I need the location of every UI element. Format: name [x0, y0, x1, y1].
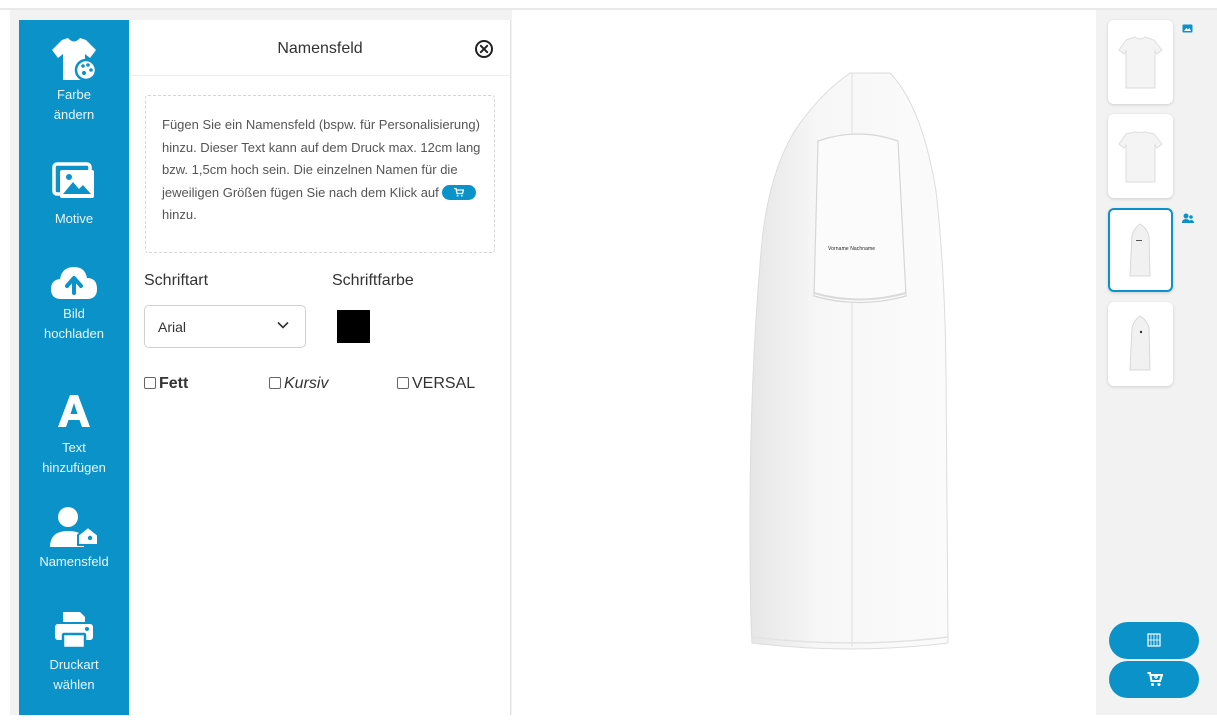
cart-button[interactable] [1109, 661, 1199, 698]
sidebar-item-change-color[interactable]: Farbe ändern [19, 36, 129, 126]
tshirt-side-icon [1129, 315, 1151, 371]
images-icon [52, 162, 94, 198]
sidebar-label-line1: Druckart [49, 657, 99, 672]
info-text: Fügen Sie ein Namensfeld (bspw. für Pers… [162, 117, 481, 200]
sidebar-label-line2: wählen [53, 677, 95, 692]
cart-inline-button [442, 184, 477, 200]
font-select[interactable]: Arial [144, 305, 306, 348]
font-color-label: Schriftfarbe [332, 272, 414, 289]
user-badge-icon [1182, 213, 1194, 223]
close-icon[interactable] [474, 39, 494, 59]
name-field-text[interactable]: Vorname Nachname [828, 246, 875, 252]
tshirt-side-icon [1129, 223, 1151, 277]
thumbnail-right-side[interactable] [1108, 302, 1173, 386]
sidebar-label-line1: Motive [54, 211, 94, 226]
tool-sidebar: Farbe ändern Motive Bild hochladen Text … [19, 20, 129, 715]
font-select-value: Arial [158, 319, 187, 335]
grid-icon [1147, 633, 1161, 647]
sidebar-label-line2: ändern [53, 107, 95, 122]
sidebar-label-line1: Bild [63, 306, 85, 321]
uppercase-label: VERSAL [412, 375, 476, 392]
printer-icon [55, 612, 93, 650]
bold-checkbox[interactable]: Fett [144, 375, 188, 393]
sidebar-label-line2: hinzufügen [42, 460, 106, 475]
view-thumbnails [1096, 10, 1217, 715]
panel-header: Namensfeld [129, 20, 511, 76]
sidebar-label-line1: Text [62, 440, 86, 455]
panel-title: Namensfeld [277, 40, 363, 57]
sidebar-label-line2: hochladen [44, 326, 104, 341]
overview-button[interactable] [1109, 622, 1199, 659]
sidebar-label-line1: Namensfeld [39, 554, 109, 569]
sidebar-label-line1: Farbe [57, 87, 91, 102]
bottom-margin [0, 715, 1217, 725]
chevron-down-icon [277, 321, 289, 329]
app-root: Farbe ändern Motive Bild hochladen Text … [0, 0, 1217, 725]
name-field-info: Fügen Sie ein Namensfeld (bspw. für Pers… [145, 95, 495, 253]
font-label: Schriftart [144, 272, 209, 289]
uppercase-checkbox-box[interactable] [397, 377, 409, 389]
thumbnail-back[interactable] [1108, 114, 1173, 198]
tshirt-side-view [749, 72, 949, 650]
bold-label: Fett [159, 375, 189, 392]
tshirt-palette-icon [52, 38, 98, 82]
user-tag-icon [50, 507, 99, 547]
tshirt-front-icon [1118, 36, 1163, 89]
cloud-upload-icon [51, 267, 97, 299]
thumbnail-front[interactable] [1108, 20, 1173, 104]
name-field-panel: Namensfeld Fügen Sie ein Namensfeld (bsp… [129, 20, 511, 715]
thumbnail-left-side[interactable] [1108, 208, 1173, 292]
italic-checkbox-box[interactable] [269, 377, 281, 389]
info-text-end: hinzu. [162, 207, 197, 222]
tshirt-back-icon [1118, 131, 1163, 183]
font-color-swatch[interactable] [337, 310, 370, 343]
sidebar-item-motifs[interactable]: Motive [19, 160, 129, 230]
italic-checkbox[interactable]: Kursiv [269, 375, 328, 393]
cart-icon [454, 187, 465, 197]
bold-checkbox-box[interactable] [144, 377, 156, 389]
text-a-icon [58, 395, 90, 427]
sidebar-item-print-method[interactable]: Druckart wählen [19, 608, 129, 696]
sidebar-item-name-field[interactable]: Namensfeld [19, 505, 129, 573]
image-badge-icon [1182, 24, 1193, 33]
italic-label: Kursiv [284, 375, 329, 392]
cart-icon [1147, 672, 1163, 686]
product-canvas[interactable]: Vorname Nachname [512, 10, 1096, 715]
sidebar-item-add-text[interactable]: Text hinzufügen [19, 391, 129, 479]
sidebar-item-upload-image[interactable]: Bild hochladen [19, 261, 129, 345]
uppercase-checkbox[interactable]: VERSAL [397, 375, 475, 393]
